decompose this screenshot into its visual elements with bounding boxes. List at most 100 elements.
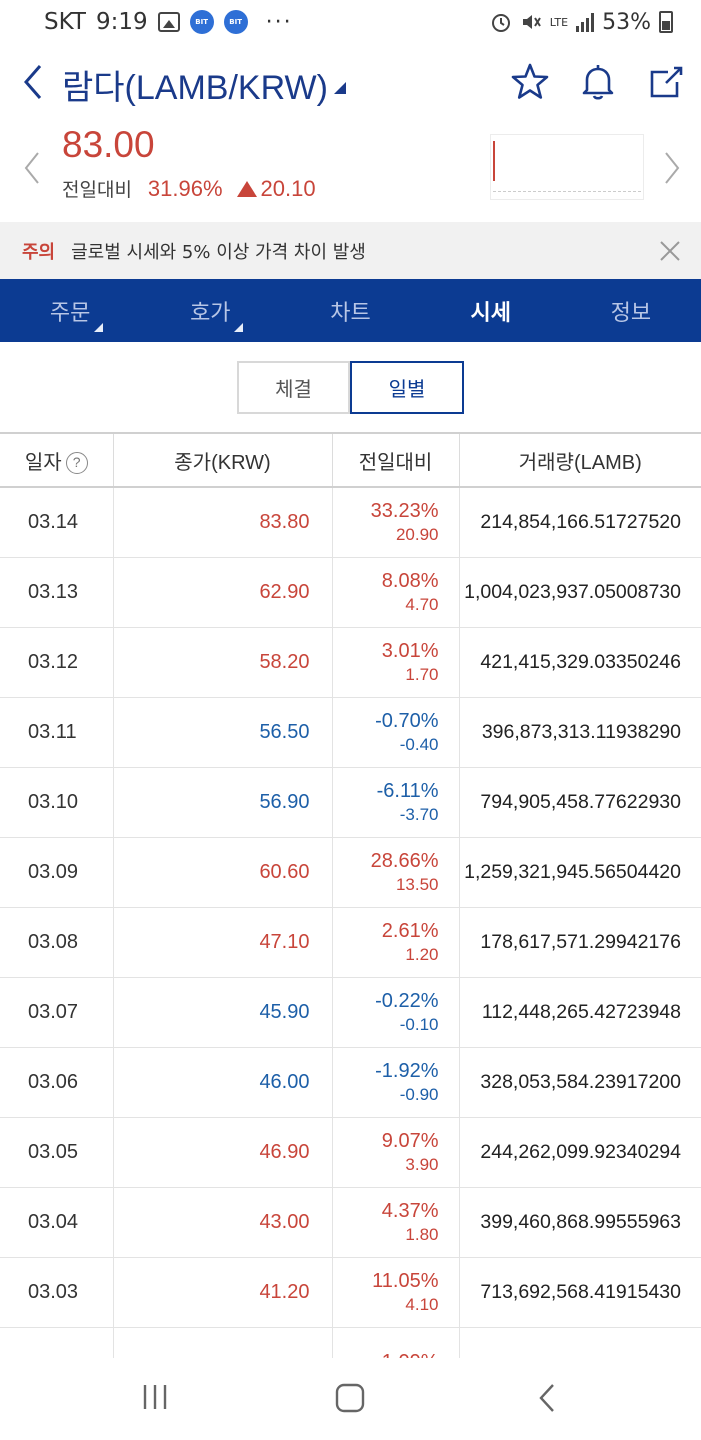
tab-chart[interactable]: 차트 bbox=[280, 279, 420, 342]
table-row[interactable]: 03.12 58.20 3.01% 1.70 421,415,329.03350246 bbox=[0, 627, 701, 698]
row-volume: 214,854,166.51727520 bbox=[459, 487, 701, 558]
current-price: 83.00 bbox=[62, 124, 155, 165]
daily-price-table[interactable]: 일자? 종가(KRW) 전일대비 거래량(LAMB) 03.14 83.80 33.… bbox=[0, 432, 701, 1358]
change-rate: 31.96% bbox=[147, 175, 223, 201]
favorite-star-icon[interactable] bbox=[508, 60, 552, 104]
caution-tag: 주의 bbox=[22, 241, 56, 263]
row-change-amount: 20.90 bbox=[395, 525, 439, 545]
volume-column-header: 거래량(LAMB) bbox=[459, 432, 701, 488]
caution-text: 글로벌 시세와 5% 이상 가격 차이 발생 bbox=[71, 241, 366, 263]
table-row[interactable]: 03.06 46.00 -1.92% -0.90 328,053,584.2391720… bbox=[0, 1047, 701, 1118]
table-row[interactable]: 03.07 45.90 -0.22% -0.10 112,448,265.4272394… bbox=[0, 977, 701, 1048]
table-row[interactable]: 03.10 56.90 -6.11% -3.70 794,905,458.7762293… bbox=[0, 767, 701, 838]
tab-orderbook[interactable]: 호가 bbox=[140, 279, 280, 342]
row-change-amount: 1.70 bbox=[405, 664, 439, 684]
row-close-price: 41.20 bbox=[113, 1257, 333, 1328]
row-close-price: 47.10 bbox=[113, 907, 333, 978]
row-volume: 112,448,265.42723948 bbox=[459, 977, 701, 1048]
signal-icon bbox=[576, 12, 595, 32]
submenu-caret-icon bbox=[94, 323, 103, 332]
market-select-caret-icon[interactable] bbox=[334, 82, 346, 94]
row-close-price: 56.50 bbox=[113, 697, 333, 768]
row-date: 03.05 bbox=[0, 1117, 114, 1188]
close-icon[interactable] bbox=[659, 240, 681, 262]
back-arrow-icon[interactable] bbox=[18, 62, 48, 102]
row-close-price: 83.80 bbox=[113, 487, 333, 558]
row-change-rate: 2.61% bbox=[381, 919, 439, 942]
row-volume: 328,053,584.23917200 bbox=[459, 1047, 701, 1118]
row-change-amount: 4.70 bbox=[405, 594, 439, 614]
row-change-rate: 28.66% bbox=[370, 849, 439, 872]
row-close-price: 60.60 bbox=[113, 837, 333, 908]
close-column-header: 종가(KRW) bbox=[113, 432, 333, 488]
row-change: -1.92% -0.90 bbox=[332, 1047, 460, 1118]
price-change-row: 전일대비 31.96% 20.10 bbox=[62, 175, 316, 202]
row-close-price: 46.90 bbox=[113, 1117, 333, 1188]
row-close-price: 46.00 bbox=[113, 1047, 333, 1118]
row-change: -0.22% -0.10 bbox=[332, 977, 460, 1048]
row-change: 3.01% 1.70 bbox=[332, 627, 460, 698]
row-change-amount: 1.80 bbox=[405, 1224, 439, 1244]
row-change: 28.66% 13.50 bbox=[332, 837, 460, 908]
segment-daily-button[interactable]: 일별 bbox=[350, 361, 464, 414]
row-change-amount: 4.10 bbox=[405, 1294, 439, 1314]
row-date: 03.04 bbox=[0, 1187, 114, 1258]
table-row[interactable]: 03.05 46.90 9.07% 3.90 244,262,099.92340294 bbox=[0, 1117, 701, 1188]
table-row[interactable]: 03.13 62.90 8.08% 4.70 1,004,023,937.0500873… bbox=[0, 557, 701, 628]
share-icon[interactable] bbox=[644, 60, 688, 104]
segment-trades-button[interactable]: 체결 bbox=[237, 361, 350, 414]
row-close-price: 62.90 bbox=[113, 557, 333, 628]
home-icon[interactable] bbox=[334, 1382, 366, 1414]
change-column-header: 전일대비 bbox=[332, 432, 460, 488]
row-change-rate: -1.92% bbox=[375, 1059, 439, 1082]
table-row[interactable]: 03.03 41.20 11.05% 4.10 713,692,568.41915430 bbox=[0, 1257, 701, 1328]
row-change-rate: 3.01% bbox=[381, 639, 439, 662]
help-icon[interactable]: ? bbox=[65, 452, 88, 475]
change-amount: 20.10 bbox=[260, 175, 316, 201]
row-change-amount: 13.50 bbox=[395, 874, 439, 894]
row-change: 11.05% 4.10 bbox=[332, 1257, 460, 1328]
battery-percent: 53% bbox=[602, 9, 651, 35]
tab-label: 차트 bbox=[330, 300, 371, 326]
tab-label: 주문 bbox=[49, 300, 91, 326]
table-row[interactable]: 03.04 43.00 4.37% 1.80 399,460,868.99555963 bbox=[0, 1187, 701, 1258]
table-row[interactable]: 03.08 47.10 2.61% 1.20 178,617,571.29942176 bbox=[0, 907, 701, 978]
row-date: 03.06 bbox=[0, 1047, 114, 1118]
recent-apps-icon[interactable] bbox=[140, 1382, 170, 1412]
app-header: 람다(LAMB/KRW) bbox=[0, 52, 701, 112]
row-change-amount: 3.90 bbox=[405, 1154, 439, 1174]
row-date: 03.11 bbox=[0, 697, 114, 768]
tab-info[interactable]: 정보 bbox=[561, 279, 701, 342]
mute-icon bbox=[522, 15, 541, 29]
table-row[interactable]: 03.14 83.80 33.23% 20.90 214,854,166.5172752… bbox=[0, 487, 701, 558]
mini-chart-spike bbox=[493, 141, 495, 181]
view-segment-control: 체결 일별 bbox=[237, 361, 464, 414]
row-change: 1.09% bbox=[332, 1327, 460, 1359]
row-volume: 421,415,329.03350246 bbox=[459, 627, 701, 698]
row-close-price bbox=[113, 1327, 333, 1358]
clock: 9:19 bbox=[95, 9, 148, 35]
next-coin-icon[interactable] bbox=[662, 150, 682, 186]
row-change: 33.23% 20.90 bbox=[332, 487, 460, 558]
tab-order[interactable]: 주문 bbox=[0, 279, 140, 342]
row-change-rate: 9.07% bbox=[381, 1129, 439, 1152]
tab-label: 정보 bbox=[610, 300, 652, 326]
mini-price-chart[interactable] bbox=[490, 134, 644, 200]
date-column-header: 일자? bbox=[0, 432, 114, 488]
table-row[interactable]: 1.09% bbox=[0, 1327, 701, 1358]
tab-market-price[interactable]: 시세 bbox=[421, 279, 561, 342]
prev-coin-icon[interactable] bbox=[22, 150, 42, 186]
table-row[interactable]: 03.11 56.50 -0.70% -0.40 396,873,313.1193829… bbox=[0, 697, 701, 768]
row-date bbox=[0, 1327, 114, 1358]
page-title[interactable]: 람다(LAMB/KRW) bbox=[62, 60, 328, 109]
row-date: 03.12 bbox=[0, 627, 114, 698]
system-back-icon[interactable] bbox=[536, 1382, 558, 1414]
caution-notice-bar: 주의 글로벌 시세와 5% 이상 가격 차이 발생 bbox=[0, 222, 701, 279]
notification-bell-icon[interactable] bbox=[576, 60, 620, 104]
row-change-rate: 1.09% bbox=[333, 1350, 439, 1359]
network-type: LTE bbox=[549, 15, 569, 29]
main-tab-bar: 주문 호가 차트 시세 정보 bbox=[0, 279, 701, 342]
row-date: 03.07 bbox=[0, 977, 114, 1048]
table-row[interactable]: 03.09 60.60 28.66% 13.50 1,259,321,945.56504… bbox=[0, 837, 701, 908]
mini-chart-baseline bbox=[493, 191, 641, 192]
